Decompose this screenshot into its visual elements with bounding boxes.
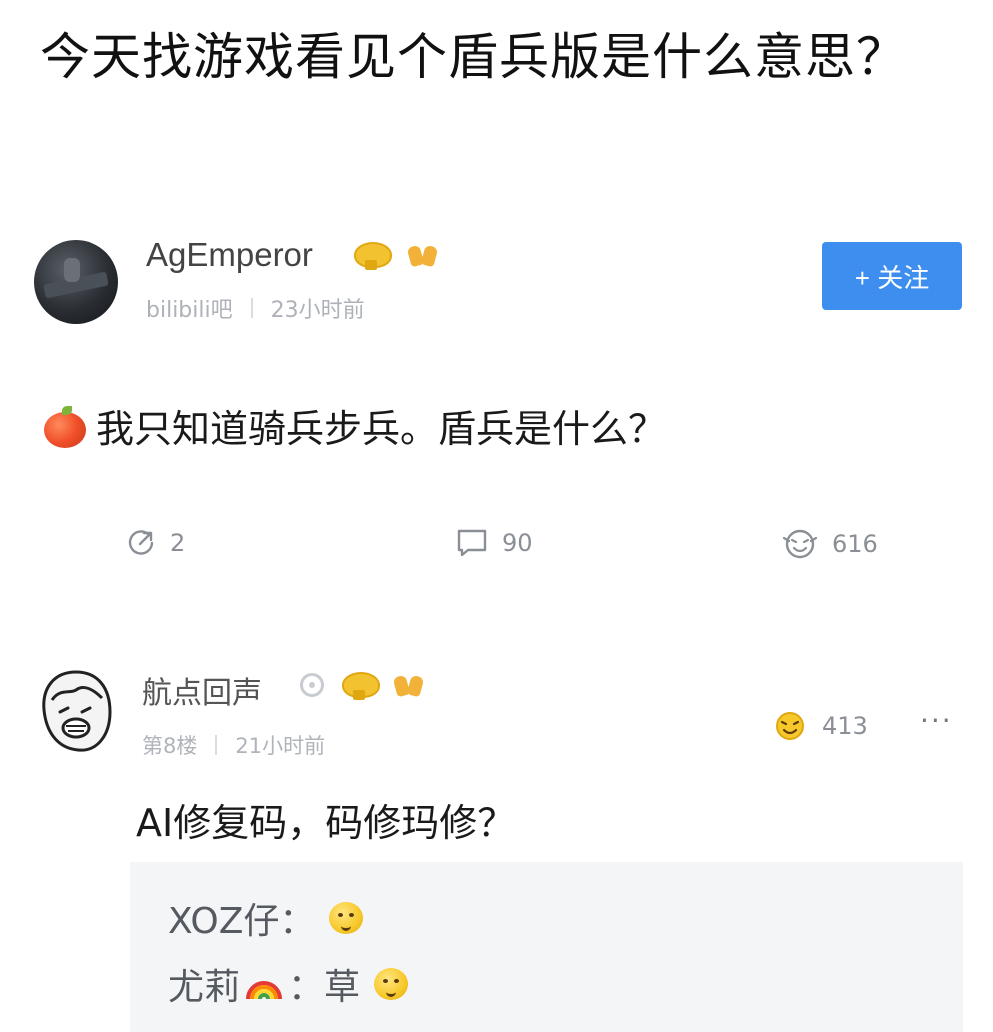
reply-item[interactable]: 尤莉 ： 草 — [168, 958, 409, 1010]
reply-author[interactable]: XOZ仔 — [168, 892, 279, 944]
reply-separator: ： — [279, 901, 316, 942]
post-time: 23小时前 — [270, 298, 365, 323]
comment-icon — [456, 528, 488, 558]
gold-medal-icon — [340, 670, 380, 700]
comment-avatar[interactable] — [36, 668, 116, 754]
author-badges — [352, 240, 439, 270]
author-name[interactable]: AgEmperor — [146, 236, 313, 274]
more-options-button[interactable]: ··· — [920, 704, 953, 737]
share-button[interactable]: 2 — [126, 528, 185, 558]
author-meta: bilibili吧 23小时前 — [146, 292, 365, 324]
comment-floor: 第8楼 — [142, 734, 198, 758]
like-button[interactable]: 616 — [782, 528, 878, 560]
comment-button[interactable]: 90 — [456, 528, 533, 558]
reply-content: 草 — [324, 967, 361, 1008]
comment-like-count: 413 — [822, 712, 868, 740]
reply-separator: ： — [288, 967, 325, 1008]
like-face-icon — [772, 710, 808, 742]
post-body: 我只知道骑兵步兵。盾兵是什么？ — [44, 398, 666, 453]
comment-badges — [300, 670, 425, 700]
author-source: bilibili吧 — [146, 298, 233, 323]
like-count: 616 — [832, 530, 878, 558]
share-count: 2 — [170, 529, 186, 557]
comment-author[interactable]: 航点回声 — [142, 668, 262, 712]
post-text: 我只知道骑兵步兵。盾兵是什么？ — [96, 407, 667, 451]
apple-icon — [44, 405, 86, 448]
grin-face-icon — [374, 968, 409, 1000]
gold-medal-icon — [352, 240, 392, 270]
comment-count: 90 — [502, 529, 533, 557]
reply-author[interactable]: 尤莉 — [168, 958, 240, 1010]
reply-item[interactable]: XOZ仔 ： — [168, 892, 364, 944]
meta-divider — [250, 298, 253, 318]
follow-button[interactable]: + 关注 — [822, 242, 962, 310]
author-avatar[interactable] — [34, 240, 118, 324]
comment-meta: 第8楼 21小时前 — [142, 730, 325, 760]
post-title: 今天找游戏看见个盾兵版是什么意思？ — [40, 28, 907, 86]
rainbow-icon — [244, 967, 284, 1001]
grin-face-icon — [329, 902, 364, 934]
ring-badge-icon — [300, 673, 324, 697]
comment-like-button[interactable]: 413 — [772, 710, 868, 742]
like-face-icon — [782, 528, 818, 560]
praying-hands-icon — [392, 672, 425, 698]
share-icon — [126, 528, 156, 558]
praying-hands-icon — [406, 242, 439, 268]
meta-divider — [215, 735, 218, 755]
comment-time: 21小时前 — [235, 734, 326, 758]
comment-text: AI修复码，码修玛修？ — [136, 801, 516, 845]
